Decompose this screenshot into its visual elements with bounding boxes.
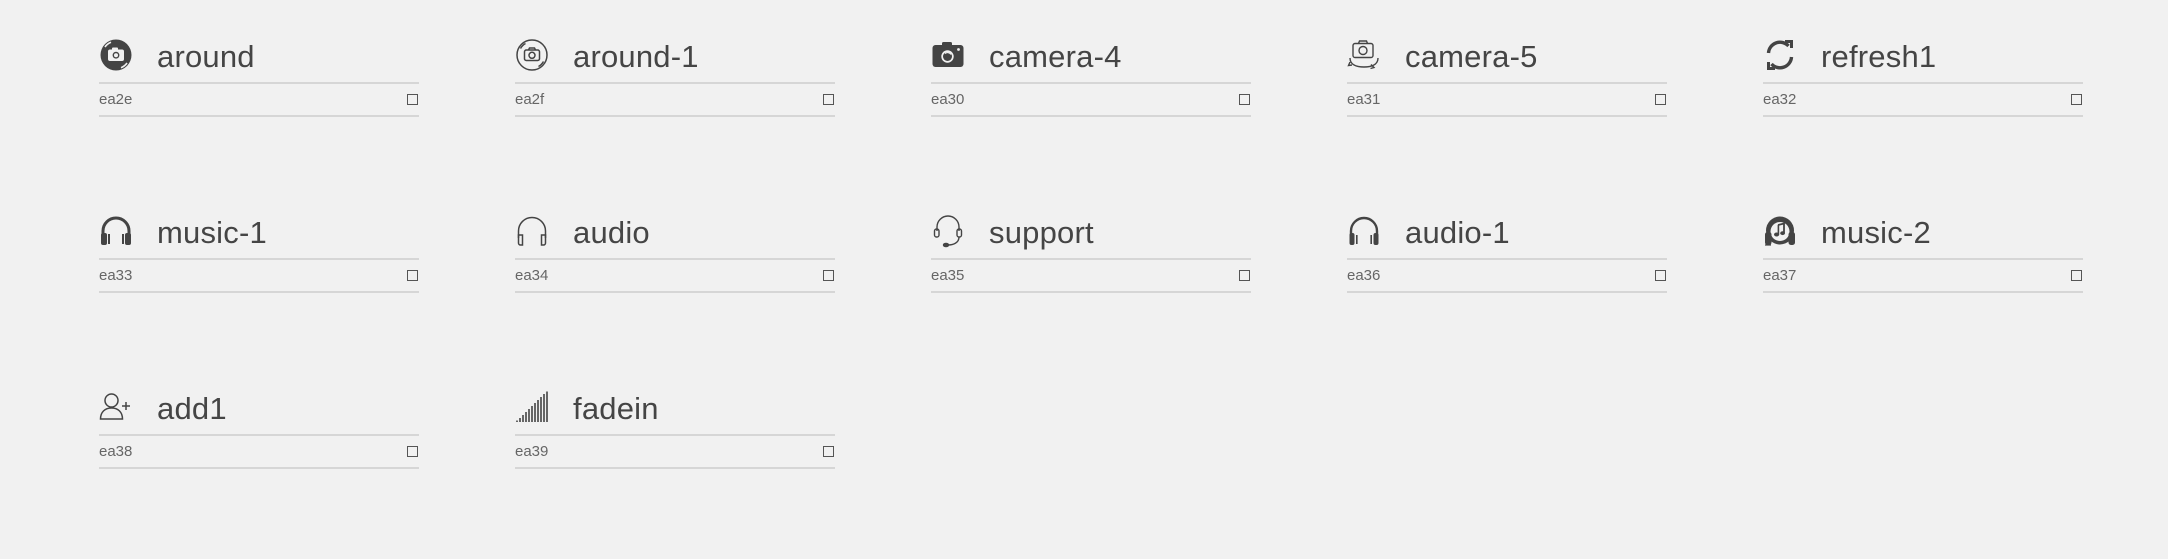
glyph-preview-box[interactable] — [2071, 94, 2082, 105]
glyph-header: add1 — [99, 380, 419, 436]
glyph-name: support — [989, 214, 1094, 250]
glyph-preview-box[interactable] — [407, 94, 418, 105]
glyph-card: support ea35 — [931, 204, 1251, 293]
glyph-card: audio-1 ea36 — [1347, 204, 1667, 293]
glyph-code[interactable]: ea37 — [1763, 267, 1796, 284]
glyph-header: camera-5 — [1347, 28, 1667, 84]
glyph-code-row: ea37 — [1763, 260, 2083, 293]
glyph-code-row: ea39 — [515, 436, 835, 469]
glyph-code-row: ea31 — [1347, 84, 1667, 117]
glyph-preview-box[interactable] — [407, 446, 418, 457]
glyph-preview-box[interactable] — [1655, 94, 1666, 105]
glyph-code-row: ea2f — [515, 84, 835, 117]
support-icon — [931, 214, 965, 248]
glyph-name: camera-4 — [989, 38, 1122, 74]
glyph-name: audio-1 — [1405, 214, 1510, 250]
glyph-name: music-1 — [157, 214, 267, 250]
glyph-header: audio — [515, 204, 835, 260]
around-icon — [99, 38, 133, 72]
glyph-code[interactable]: ea32 — [1763, 91, 1796, 108]
glyph-code[interactable]: ea39 — [515, 443, 548, 460]
glyph-header: refresh1 — [1763, 28, 2083, 84]
glyph-code[interactable]: ea31 — [1347, 91, 1380, 108]
glyph-preview-box[interactable] — [823, 270, 834, 281]
glyph-header: around — [99, 28, 419, 84]
glyph-code[interactable]: ea33 — [99, 267, 132, 284]
around-1-icon — [515, 38, 549, 72]
glyph-preview-box[interactable] — [2071, 270, 2082, 281]
glyph-header: music-1 — [99, 204, 419, 260]
glyph-card: around-1 ea2f — [515, 28, 835, 117]
camera-5-icon — [1347, 38, 1381, 72]
glyph-code[interactable]: ea36 — [1347, 267, 1380, 284]
glyph-code-row: ea34 — [515, 260, 835, 293]
glyph-code[interactable]: ea30 — [931, 91, 964, 108]
glyph-card: camera-5 ea31 — [1347, 28, 1667, 117]
add1-icon — [99, 390, 133, 424]
glyph-code-row: ea33 — [99, 260, 419, 293]
audio-icon — [515, 214, 549, 248]
glyph-name: fadein — [573, 390, 659, 426]
music-2-icon — [1763, 214, 1797, 248]
glyph-name: around — [157, 38, 255, 74]
glyph-code-row: ea30 — [931, 84, 1251, 117]
glyph-preview-box[interactable] — [1655, 270, 1666, 281]
glyph-name: refresh1 — [1821, 38, 1937, 74]
glyph-code[interactable]: ea35 — [931, 267, 964, 284]
glyph-preview-box[interactable] — [1239, 270, 1250, 281]
glyph-preview-box[interactable] — [1239, 94, 1250, 105]
glyph-code[interactable]: ea2e — [99, 91, 132, 108]
audio-1-icon — [1347, 214, 1381, 248]
music-1-icon — [99, 214, 133, 248]
glyph-card: add1 ea38 — [99, 380, 419, 469]
glyph-card: camera-4 ea30 — [931, 28, 1251, 117]
glyph-card: audio ea34 — [515, 204, 835, 293]
glyph-code-row: ea38 — [99, 436, 419, 469]
glyph-header: fadein — [515, 380, 835, 436]
glyph-code-row: ea35 — [931, 260, 1251, 293]
glyph-code[interactable]: ea34 — [515, 267, 548, 284]
glyph-header: audio-1 — [1347, 204, 1667, 260]
glyph-card: music-2 ea37 — [1763, 204, 2083, 293]
glyph-name: around-1 — [573, 38, 699, 74]
glyph-card: fadein ea39 — [515, 380, 835, 469]
refresh1-icon — [1763, 38, 1797, 72]
glyph-card: around ea2e — [99, 28, 419, 117]
glyph-card: refresh1 ea32 — [1763, 28, 2083, 117]
glyph-header: music-2 — [1763, 204, 2083, 260]
glyph-code[interactable]: ea38 — [99, 443, 132, 460]
fadein-icon — [515, 390, 549, 424]
glyph-code-row: ea2e — [99, 84, 419, 117]
glyph-header: camera-4 — [931, 28, 1251, 84]
glyph-header: support — [931, 204, 1251, 260]
glyph-preview-box[interactable] — [823, 94, 834, 105]
glyph-code-row: ea36 — [1347, 260, 1667, 293]
glyph-name: music-2 — [1821, 214, 1931, 250]
glyph-grid: around ea2e around-1 ea2f camera-4 ea30 … — [99, 28, 2083, 556]
camera-4-icon — [931, 38, 965, 72]
glyph-code-row: ea32 — [1763, 84, 2083, 117]
glyph-name: add1 — [157, 390, 227, 426]
glyph-preview-box[interactable] — [407, 270, 418, 281]
glyph-name: audio — [573, 214, 650, 250]
glyph-code[interactable]: ea2f — [515, 91, 544, 108]
glyph-name: camera-5 — [1405, 38, 1538, 74]
glyph-card: music-1 ea33 — [99, 204, 419, 293]
glyph-header: around-1 — [515, 28, 835, 84]
glyph-preview-box[interactable] — [823, 446, 834, 457]
